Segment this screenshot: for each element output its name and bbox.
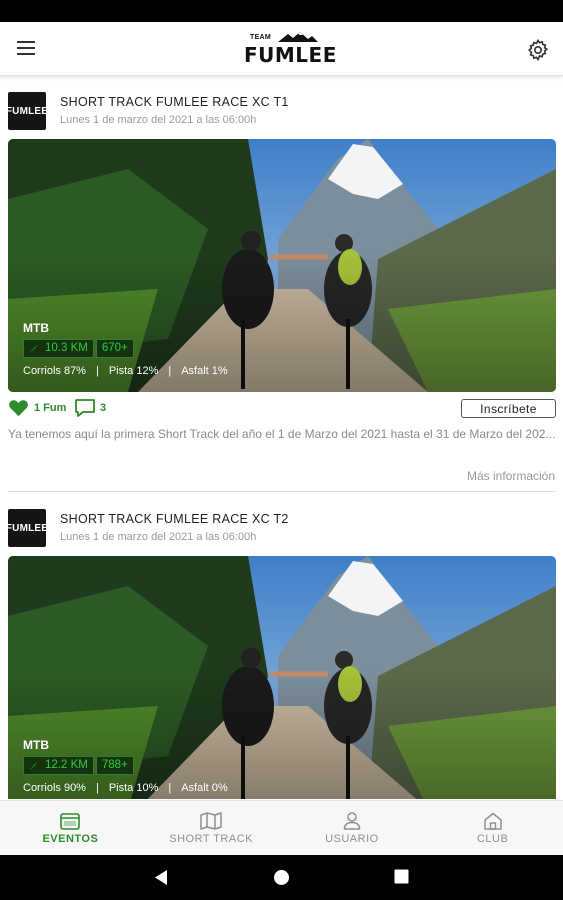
nav-item-club[interactable]: CLUB xyxy=(422,801,563,855)
terrain-separator: | xyxy=(168,782,172,794)
back-icon[interactable] xyxy=(153,869,169,886)
heart-icon xyxy=(9,400,28,417)
elevation-chip: 670+ xyxy=(95,339,134,358)
elevation-value: 670+ xyxy=(101,342,128,354)
terrain-breakdown: Corriols 87% | Pista 12% | Asfalt 1% xyxy=(23,365,228,377)
calendar-icon xyxy=(60,813,81,830)
like-count: 1 Fum xyxy=(34,402,67,414)
like-button[interactable]: 1 Fum xyxy=(8,399,66,417)
terrain-trails: Corriols 87% xyxy=(23,365,86,377)
distance-chip: 10.3 KM xyxy=(23,339,94,358)
app-bar: TEAM FUMLEE xyxy=(0,22,563,76)
event-description: Ya tenemos aquí la primera Short Track d… xyxy=(8,427,556,441)
terrain-separator: | xyxy=(168,365,172,377)
terrain-trails: Corriols 90% xyxy=(23,782,86,794)
event-actions: 1 Fum 3 Inscríbete xyxy=(8,397,556,421)
nav-label: EVENTOS xyxy=(42,833,99,845)
event-stats: 10.3 KM 670+ xyxy=(23,339,136,358)
route-icon xyxy=(30,344,38,353)
recents-icon[interactable] xyxy=(394,869,409,884)
event-image[interactable]: MTB 12.2 KM 788+ Corriols 90% | Pista 10% |… xyxy=(8,556,556,799)
event-stats: 12.2 KM 788+ xyxy=(23,756,136,775)
more-info-link[interactable]: Más información xyxy=(467,469,555,483)
comment-count: 3 xyxy=(100,402,107,414)
signup-button[interactable]: Inscríbete xyxy=(461,399,556,418)
event-date: Lunes 1 de marzo del 2021 a las 06:00h xyxy=(60,531,257,543)
terrain-asphalt: Asfalt 1% xyxy=(181,365,228,377)
distance-value: 12.2 KM xyxy=(45,759,88,771)
logo-team-text: TEAM xyxy=(250,34,272,41)
event-avatar: FUMLEE xyxy=(6,509,48,547)
comments-button[interactable]: 3 xyxy=(74,398,106,418)
nav-item-short-track[interactable]: SHORT TRACK xyxy=(141,801,282,855)
elevation-chip: 788+ xyxy=(95,756,134,775)
logo-main-text: FUMLEE xyxy=(244,43,337,67)
elevation-value: 788+ xyxy=(101,759,128,771)
event-date: Lunes 1 de marzo del 2021 a las 06:00h xyxy=(60,114,257,126)
event-title[interactable]: SHORT TRACK FUMLEE RACE XC T2 xyxy=(60,512,289,526)
app-logo: TEAM FUMLEE xyxy=(244,31,336,67)
home-button-icon[interactable] xyxy=(273,869,290,886)
nav-item-usuario[interactable]: USUARIO xyxy=(282,801,423,855)
system-navigation-bar xyxy=(0,855,563,900)
terrain-separator: | xyxy=(95,365,99,377)
terrain-asphalt: Asfalt 0% xyxy=(181,782,228,794)
route-icon xyxy=(30,761,38,770)
event-type-label: MTB xyxy=(23,738,49,752)
terrain-separator: | xyxy=(95,782,99,794)
nav-label: SHORT TRACK xyxy=(169,833,253,845)
home-icon xyxy=(483,812,502,830)
distance-value: 10.3 KM xyxy=(45,342,88,354)
event-title[interactable]: SHORT TRACK FUMLEE RACE XC T1 xyxy=(60,95,289,109)
event-avatar: FUMLEE xyxy=(6,92,48,130)
gear-icon[interactable] xyxy=(526,38,550,62)
comment-icon xyxy=(75,399,95,417)
event-divider xyxy=(8,491,556,492)
terrain-breakdown: Corriols 90% | Pista 10% | Asfalt 0% xyxy=(23,782,228,794)
events-feed[interactable]: FUMLEE SHORT TRACK FUMLEE RACE XC T1 Lun… xyxy=(0,77,563,799)
map-icon xyxy=(200,812,222,830)
nav-label: CLUB xyxy=(476,833,509,845)
nav-item-eventos[interactable]: EVENTOS xyxy=(0,801,141,855)
event-image[interactable]: MTB 10.3 KM 670+ Corriols 87% | Pista 12% |… xyxy=(8,139,556,392)
nav-label: USUARIO xyxy=(325,833,379,845)
status-bar xyxy=(0,0,563,22)
hamburger-menu-icon[interactable] xyxy=(12,37,40,61)
mountain-logo-icon xyxy=(278,32,318,42)
terrain-track: Pista 10% xyxy=(108,782,159,794)
terrain-track: Pista 12% xyxy=(108,365,159,377)
bottom-navigation: EVENTOS SHORT TRACK USUARIO CLUB xyxy=(0,800,563,855)
event-type-label: MTB xyxy=(23,321,49,335)
user-icon xyxy=(343,812,361,830)
distance-chip: 12.2 KM xyxy=(23,756,94,775)
